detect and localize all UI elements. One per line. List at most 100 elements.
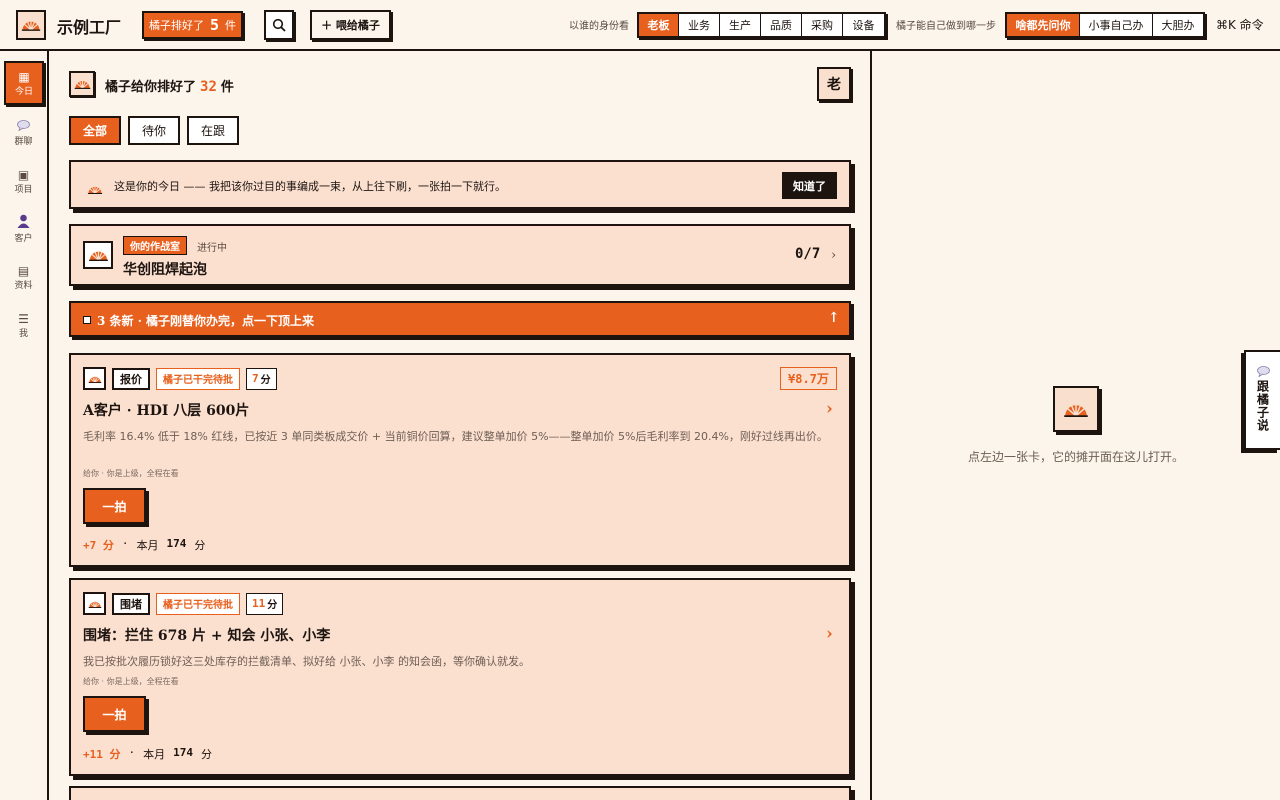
task-score-value: 7 [252,372,259,385]
user-icon [17,214,30,231]
sidebar-item-label: 我 [18,328,28,339]
task-state-tag: 橘子已干完待批 [156,367,240,390]
war-room-status: 进行中 [197,243,227,254]
task-title: A客户 · HDI 八层 600片 [83,403,250,419]
feed-orange-button[interactable]: ＋ 喂给橘子 [310,10,391,40]
sidebar-item-label: 客户 [14,234,33,244]
approve-button[interactable]: 一拍 [83,488,146,524]
sidebar-item-label: 项目 [14,184,33,195]
role-option-quality[interactable]: 品质 [761,14,802,36]
pending-count-prefix: 橘子排好了 [148,19,204,32]
task-card[interactable] [69,786,851,800]
sidebar-item-project[interactable]: ▣ 项目 [0,159,47,203]
sidebar-item-docs[interactable]: ▤ 资料 [0,255,47,299]
chat-tab-label: 跟橘子说 [1255,380,1270,432]
detail-panel: 点左边一张卡，它的摊开面在这儿打开。 [872,51,1280,800]
task-score-unit: 分 [267,600,278,611]
pending-count-badge[interactable]: 橘子排好了 5 件 [142,11,243,39]
sidebar-item-today[interactable]: ▦ 今日 [4,61,44,105]
search-icon [272,18,286,32]
tab-waiting-you[interactable]: 待你 [128,116,181,145]
page-title-prefix: 橘子给你排好了 [105,80,197,95]
sidebar-item-label: 资料 [14,280,33,291]
top-bar: 示例工厂 橘子排好了 5 件 ＋ 喂给橘子 以谁的身份看 老板 业务 生产 品质… [0,0,1280,51]
brand-logo-icon[interactable] [16,10,46,40]
task-score-tag: 7分 [246,367,277,390]
sidebar-item-label: 今日 [14,86,33,97]
separator-dot: · [128,746,136,759]
war-room-card[interactable]: 你的作战室 进行中 华创阻焊起泡 0/7 › [69,224,851,286]
sidebar: ▦ 今日 群聊 ▣ 项目 客户 ▤ 资料 ☰ 我 [0,51,49,800]
task-type-tag: 围堵 [112,592,150,615]
war-room-icon [83,241,113,269]
orange-logo-icon [83,367,106,390]
task-score-tag: 11 分 [246,592,284,615]
docs-icon: ▤ [17,263,30,278]
project-icon: ▣ [17,167,30,182]
task-meta: 给你 · 你是上级，全程在看 [83,677,179,686]
task-stats: +11 分 · 本月 174 分 [83,746,212,762]
square-icon [83,316,91,324]
search-button[interactable] [264,10,294,40]
tab-following[interactable]: 在跟 [187,116,240,145]
month-points: 174 [173,746,193,759]
orange-logo-icon [87,179,103,198]
task-card[interactable]: 围堵 橘子已干完待批 11 分 围堵：拦住 678 片 + 知会 小张、小李 › … [69,578,851,776]
sidebar-item-customer[interactable]: 客户 [0,207,47,251]
avatar[interactable]: 老 [817,67,851,101]
sidebar-item-me[interactable]: ☰ 我 [0,303,47,347]
month-label: 本月 [136,539,159,552]
separator-dot: · [121,537,129,550]
chat-with-orange-tab[interactable]: 跟橘子说 [1244,350,1280,450]
month-label: 本月 [143,748,166,761]
role-option-sales[interactable]: 业务 [679,14,720,36]
task-score-value: 11 [252,597,266,610]
task-points: +7 分 [83,539,114,552]
task-state-tag: 橘子已干完待批 [156,592,240,615]
orange-logo-icon [83,592,106,615]
month-points: 174 [166,537,187,550]
task-type-tag: 报价 [112,367,150,390]
task-points: +11 分 [83,748,121,761]
sidebar-item-chat[interactable]: 群聊 [0,111,47,155]
dismiss-notice-button[interactable]: 知道了 [782,172,837,199]
task-title: 围堵：拦住 678 片 + 知会 小张、小李 [83,628,331,644]
new-items-banner[interactable]: 3 条新 · 橘子刚替你办完，点一下顶上来 ↑ [69,301,851,337]
autonomy-switch-label: 橘子能自己做到哪一步 [896,21,996,32]
command-palette-button[interactable]: ⌘K 命令 [1216,16,1264,33]
menu-icon: ☰ [18,311,29,326]
task-description: 毛利率 16.4% 低于 18% 红线，已按近 3 单同类板成交价 + 当前铜价… [83,430,828,443]
page-title: 橘子给你排好了 32 件 [105,76,234,95]
role-option-purchase[interactable]: 采购 [802,14,843,36]
tab-all[interactable]: 全部 [69,116,122,145]
war-room-tag: 你的作战室 [123,236,187,255]
approve-button[interactable]: 一拍 [83,696,146,732]
orange-logo-icon [69,71,95,97]
autonomy-option-bold[interactable]: 大胆办 [1153,14,1203,36]
page-title-count: 32 [200,79,217,95]
role-option-equipment[interactable]: 设备 [843,14,884,36]
task-amount: ¥8.7万 [780,367,837,390]
filter-tabs: 全部 待你 在跟 [69,116,240,145]
month-unit: 分 [201,748,212,761]
role-option-production[interactable]: 生产 [720,14,761,36]
chat-icon [1256,366,1270,377]
role-switch-label: 以谁的身份看 [569,21,629,32]
task-card[interactable]: 报价 橘子已干完待批 7分 ¥8.7万 A客户 · HDI 八层 600片 › … [69,353,851,567]
chevron-right-icon: › [831,248,837,263]
chat-icon [17,119,30,134]
task-meta: 给你 · 你是上级，全程在看 [83,469,179,478]
today-feed: 橘子给你排好了 32 件 老 全部 待你 在跟 这是你的今日 —— 我把该你过目的事… [49,51,872,800]
chevron-right-icon[interactable]: › [826,399,833,419]
autonomy-option-ask[interactable]: 啥都先问你 [1007,14,1080,36]
chevron-right-icon[interactable]: › [826,624,833,644]
grid-icon: ▦ [18,69,30,84]
notice-text: 这是你的今日 —— 我把该你过目的事编成一束，从上往下刷，一张拍一下就行。 [114,180,506,193]
app-name: 示例工厂 [57,18,122,37]
pending-count-suffix: 件 [225,19,237,32]
orange-logo-icon [1053,386,1099,432]
detail-empty-hint: 点左边一张卡，它的摊开面在这儿打开。 [967,450,1184,464]
arrow-up-icon: ↑ [828,310,840,326]
role-option-boss[interactable]: 老板 [639,14,679,36]
autonomy-option-small[interactable]: 小事自己办 [1080,14,1153,36]
